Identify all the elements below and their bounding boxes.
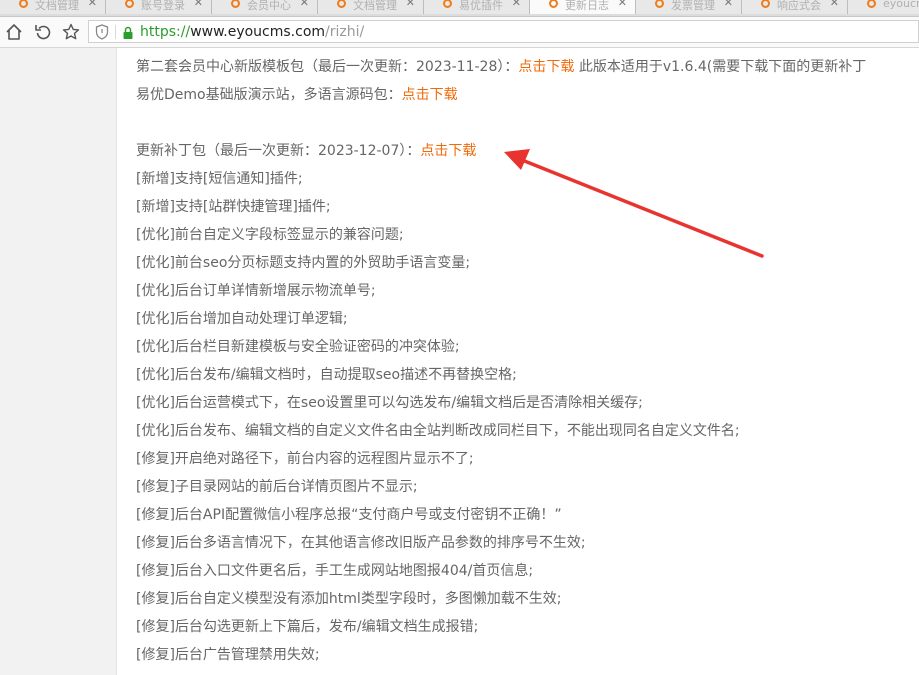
tab-6-active[interactable]: 更新日志 ✕ (530, 0, 636, 14)
tab-9[interactable]: eyoucms (848, 0, 919, 14)
tab-label: 更新日志 (565, 0, 609, 12)
address-bar[interactable]: https://www.eyoucms.com/rizhi/ (88, 20, 919, 43)
tab-strip: 文档管理 ✕ 账号登录 ✕ 会员中心 ✕ 文档管理 ✕ 易优插件 ✕ 更新日志 … (0, 0, 919, 17)
tab-label: 文档管理 (353, 0, 397, 12)
changelog-item: [修复]后台入口文件更名后，手工生成网站地图报404/首页信息; (136, 563, 534, 579)
changelog-item: [修复]后台勾选更新上下篇后，发布/编辑文档生成报错; (136, 619, 479, 635)
url-text[interactable]: https://www.eyoucms.com/rizhi/ (140, 24, 364, 40)
demo-source-line: 易优Demo基础版演示站，多语言源码包：点击下载 (136, 85, 458, 105)
tab-1[interactable]: 文档管理 ✕ (0, 0, 106, 14)
changelog-item: [优化]后台订单详情新增展示物流单号; (136, 283, 376, 299)
member-template-text: 第二套会员中心新版模板包（最后一次更新：2023-11-28）： (136, 59, 519, 75)
close-icon[interactable]: ✕ (830, 0, 839, 9)
home-icon (6, 24, 22, 40)
changelog-item: [修复]后台自定义模型没有添加html类型字段时，多图懒加载不生效; (136, 591, 562, 607)
changelog-item: [优化]后台栏目新建模板与安全验证密码的冲突体验; (136, 339, 460, 355)
site-favicon-icon (867, 0, 876, 8)
member-template-note: 此版本适用于v1.6.4(需要下载下面的更新补丁 (574, 59, 867, 75)
site-favicon-icon (655, 0, 664, 8)
patch-text: 更新补丁包（最后一次更新：2023-12-07）： (136, 143, 421, 159)
changelog-item: [优化]前台自定义字段标签显示的兼容问题; (136, 227, 404, 243)
member-template-line: 第二套会员中心新版模板包（最后一次更新：2023-11-28）：点击下载 此版本… (136, 57, 866, 77)
tab-label: 易优插件 (459, 0, 503, 12)
changelog-item: [修复]后台广告管理禁用失效; (136, 647, 320, 663)
site-favicon-icon (19, 0, 28, 8)
close-icon[interactable]: ✕ (300, 0, 309, 9)
patch-line: 更新补丁包（最后一次更新：2023-12-07）：点击下载 (136, 141, 476, 161)
tab-5[interactable]: 易优插件 ✕ (424, 0, 530, 14)
tab-label: 发票管理 (671, 0, 715, 12)
demo-source-text: 易优Demo基础版演示站，多语言源码包： (136, 87, 402, 103)
tab-label: eyoucms (883, 0, 919, 10)
home-button[interactable] (4, 22, 24, 42)
changelog-item: [修复]后台多语言情况下，在其他语言修改旧版产品参数的排序号不生效; (136, 535, 586, 551)
changelog-item: [优化]后台增加自动处理订单逻辑; (136, 311, 348, 327)
tab-4[interactable]: 文档管理 ✕ (318, 0, 424, 14)
changelog-item: [修复]开启绝对路径下，前台内容的远程图片显示不了; (136, 451, 474, 467)
changelog-item: [优化]后台发布/编辑文档时，自动提取seo描述不再替换空格; (136, 367, 517, 383)
browser-toolbar: https://www.eyoucms.com/rizhi/ (0, 17, 919, 48)
close-icon[interactable]: ✕ (618, 0, 627, 9)
tab-2[interactable]: 账号登录 ✕ (106, 0, 212, 14)
page-viewport: 第二套会员中心新版模板包（最后一次更新：2023-11-28）：点击下载 此版本… (0, 48, 919, 675)
tab-label: 账号登录 (141, 0, 185, 12)
url-scheme: https:// (140, 24, 191, 40)
changelog-item: [优化]后台发布、编辑文档的自定义文件名由全站判断改成同栏目下，不能出现同名自定… (136, 423, 740, 439)
tab-label: 响应式会 (777, 0, 821, 12)
url-host: www.eyoucms.com (190, 24, 326, 40)
reload-button[interactable] (33, 22, 53, 42)
close-icon[interactable]: ✕ (512, 0, 521, 9)
changelog-item: [优化]前台seo分页标题支持内置的外贸助手语言变量; (136, 255, 471, 271)
patch-download-link[interactable]: 点击下载 (420, 143, 476, 159)
tab-7[interactable]: 发票管理 ✕ (636, 0, 742, 14)
address-separator (115, 25, 116, 39)
tab-8[interactable]: 响应式会 ✕ (742, 0, 848, 14)
article-content: 第二套会员中心新版模板包（最后一次更新：2023-11-28）：点击下载 此版本… (116, 48, 919, 675)
star-icon (62, 23, 80, 40)
reload-icon (35, 25, 51, 40)
site-favicon-icon (549, 0, 558, 8)
changelog-item: [新增]支持[站群快捷管理]插件; (136, 199, 331, 215)
bookmark-star-button[interactable] (61, 22, 81, 42)
close-icon[interactable]: ✕ (406, 0, 415, 9)
close-icon[interactable]: ✕ (88, 0, 97, 9)
changelog-item: [新增]支持[短信通知]插件; (136, 171, 303, 187)
close-icon[interactable]: ✕ (724, 0, 733, 9)
lock-icon (122, 25, 134, 44)
tab-label: 会员中心 (247, 0, 291, 12)
site-favicon-icon (443, 0, 452, 8)
url-path: /rizhi/ (325, 24, 365, 40)
close-icon[interactable]: ✕ (194, 0, 203, 9)
changelog-item: [优化]后台运营模式下，在seo设置里可以勾选发布/编辑文档后是否清除相关缓存; (136, 395, 643, 411)
member-template-download-link[interactable]: 点击下载 (518, 59, 574, 75)
shield-icon (95, 24, 109, 44)
changelog-item: [修复]后台API配置微信小程序总报“支付商户号或支付密钥不正确！” (136, 507, 562, 523)
tab-3[interactable]: 会员中心 ✕ (212, 0, 318, 14)
demo-source-download-link[interactable]: 点击下载 (402, 87, 458, 103)
site-favicon-icon (761, 0, 770, 8)
site-favicon-icon (337, 0, 346, 8)
tab-label: 文档管理 (35, 0, 79, 12)
site-favicon-icon (231, 0, 240, 8)
changelog-item: [修复]子目录网站的前后台详情页图片不显示; (136, 479, 418, 495)
site-favicon-icon (125, 0, 134, 8)
